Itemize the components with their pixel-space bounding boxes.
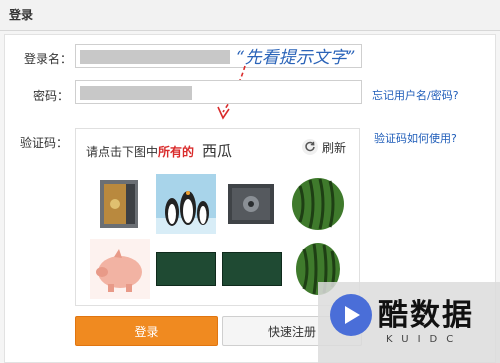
- captcha-tile-piggy-bank[interactable]: [90, 239, 150, 299]
- logo-text: 酷数据: [378, 298, 474, 333]
- watermark-logo: 酷数据 KUIDC: [318, 282, 500, 363]
- password-value-redacted: [80, 86, 192, 100]
- captcha-tile-watermelon[interactable]: [288, 174, 348, 234]
- refresh-icon: [302, 139, 318, 155]
- password-field[interactable]: [75, 80, 362, 104]
- username-label: 登录名：: [24, 52, 73, 66]
- forgot-password-link[interactable]: 忘记用户名/密码?: [372, 87, 459, 103]
- captcha-tile-safe-2[interactable]: [222, 174, 282, 234]
- refresh-button[interactable]: 刷新: [302, 137, 352, 157]
- captcha-box: 请点击下图中所有的 西瓜 刷新: [75, 128, 360, 306]
- captcha-target: 西瓜: [202, 142, 233, 160]
- login-button[interactable]: 登录: [75, 316, 218, 346]
- captcha-instruction-highlight: 所有的: [158, 145, 195, 159]
- logo-icon: [330, 294, 372, 336]
- piggy-bank-icon: [90, 239, 150, 299]
- captcha-tile-blank-2[interactable]: [222, 252, 282, 286]
- captcha-tile-penguins[interactable]: [156, 174, 216, 234]
- username-value-redacted: [80, 50, 230, 64]
- safe-icon: [222, 174, 282, 234]
- captcha-label: 验证码：: [20, 136, 69, 150]
- page-title: 登录: [9, 8, 34, 22]
- captcha-help-link[interactable]: 验证码如何使用?: [374, 130, 457, 146]
- password-label: 密码：: [33, 89, 70, 103]
- captcha-instruction-prefix: 请点击下图中: [86, 145, 159, 159]
- page-header: 登录: [0, 0, 500, 31]
- watermelon-icon: [288, 174, 348, 234]
- logo-subtext: KUIDC: [386, 334, 463, 345]
- penguins-icon: [156, 174, 216, 234]
- refresh-label: 刷新: [322, 140, 347, 155]
- captcha-tile-safe[interactable]: [90, 174, 150, 234]
- safe-icon: [90, 174, 150, 234]
- captcha-tile-blank[interactable]: [156, 252, 216, 286]
- captcha-instruction: 请点击下图中所有的 西瓜: [86, 140, 232, 161]
